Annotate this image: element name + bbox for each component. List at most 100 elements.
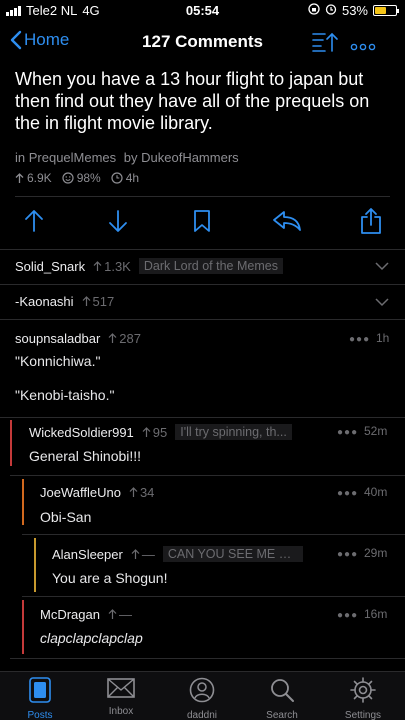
- post-ratio: 98%: [62, 171, 101, 185]
- rotation-lock-icon: [308, 3, 320, 18]
- comment: McDragan — ●●● 16m clapclapclapclap: [0, 607, 405, 653]
- share-icon: [361, 208, 381, 234]
- clock-icon: [111, 172, 123, 184]
- tab-settings[interactable]: Settings: [333, 677, 393, 720]
- tab-inbox[interactable]: Inbox: [91, 677, 151, 717]
- more-icon[interactable]: ●●●: [349, 334, 370, 345]
- comment-body-line: "Kenobi-taisho.": [15, 387, 115, 403]
- comment-body: General Shinobi!!!: [29, 448, 142, 464]
- arrow-down-icon: [109, 210, 127, 232]
- more-options-button[interactable]: [350, 38, 376, 56]
- more-icon[interactable]: ●●●: [337, 427, 358, 438]
- more-icon: [350, 43, 376, 51]
- divider: [10, 475, 405, 476]
- arrow-up-icon: [131, 548, 140, 559]
- user-flair: CAN YOU SEE ME N...: [162, 546, 303, 562]
- comment-collapsed[interactable]: Solid_Snark 1.3K Dark Lord of the Memes: [0, 258, 405, 286]
- post: When you have a 13 hour flight to japan …: [15, 68, 393, 185]
- reply-button[interactable]: [272, 204, 302, 238]
- arrow-up-icon: [15, 172, 24, 183]
- comment-collapsed[interactable]: -Kaonashi 517: [0, 294, 405, 322]
- more-icon[interactable]: ●●●: [337, 488, 358, 499]
- post-score-value: 6.9K: [27, 171, 52, 185]
- comment-author[interactable]: WickedSoldier991: [29, 425, 134, 440]
- divider: [0, 249, 405, 250]
- divider: [22, 596, 405, 597]
- comment: soupnsaladbar 287 ●●● 1h "Konnichiwa." "…: [0, 331, 405, 411]
- comment-score: —: [131, 547, 155, 562]
- comment-author[interactable]: soupnsaladbar: [15, 331, 100, 346]
- profile-icon: [189, 677, 215, 703]
- inbox-icon: [107, 678, 135, 698]
- divider: [22, 534, 405, 535]
- comment-header: -Kaonashi 517: [15, 294, 114, 309]
- comment-score: 34: [129, 485, 154, 500]
- tab-profile[interactable]: daddni: [172, 677, 232, 720]
- comment-author[interactable]: -Kaonashi: [15, 294, 74, 309]
- downvote-button[interactable]: [103, 204, 133, 238]
- post-age-value: 4h: [125, 171, 140, 185]
- tab-label: Posts: [27, 710, 53, 720]
- comment-header: soupnsaladbar 287: [15, 331, 141, 346]
- comment-score: —: [108, 607, 132, 622]
- comment-score: 517: [82, 294, 114, 309]
- arrow-up-icon: [82, 296, 90, 306]
- sort-button[interactable]: [311, 30, 339, 57]
- comment: WickedSoldier991 95 I'll try spinning, t…: [0, 424, 405, 470]
- save-button[interactable]: [187, 204, 217, 238]
- subreddit-link[interactable]: in PrequelMemes: [15, 150, 116, 165]
- bookmark-icon: [194, 210, 210, 232]
- comment-header: JoeWaffleUno 34: [40, 485, 154, 500]
- comment-score-value: 1.3K: [104, 258, 131, 274]
- user-flair: Dark Lord of the Memes: [138, 258, 283, 274]
- tab-label: Search: [266, 710, 298, 720]
- sort-icon: [312, 32, 338, 52]
- more-icon[interactable]: ●●●: [337, 610, 358, 621]
- chevron-down-icon[interactable]: [375, 262, 389, 271]
- comment-author[interactable]: McDragan: [40, 607, 100, 622]
- comment-header: McDragan —: [40, 607, 132, 622]
- battery-icon: [373, 5, 399, 16]
- alarm-icon: [325, 3, 337, 18]
- comment-body: clapclapclapclap: [40, 630, 143, 646]
- more-icon[interactable]: ●●●: [337, 549, 358, 560]
- comment-header: AlanSleeper — CAN YOU SEE ME N...: [52, 546, 303, 562]
- comment-time: 52m: [364, 424, 388, 438]
- share-button[interactable]: [356, 204, 386, 238]
- status-right: 53%: [308, 3, 399, 18]
- comment: JoeWaffleUno 34 ●●● 40m Obi-San: [0, 485, 405, 531]
- comment-time: 40m: [364, 485, 388, 499]
- battery-fill: [375, 7, 386, 14]
- tab-label: daddni: [186, 710, 218, 720]
- arrow-up-icon: [142, 426, 151, 437]
- divider: [15, 196, 390, 197]
- comment: AlanSleeper — CAN YOU SEE ME N... ●●● 29…: [0, 546, 405, 592]
- chevron-down-icon[interactable]: [375, 298, 389, 307]
- comment-header: WickedSoldier991 95 I'll try spinning, t…: [29, 424, 292, 440]
- comment-author[interactable]: Solid_Snark: [15, 259, 85, 274]
- comment-time: 29m: [364, 546, 388, 560]
- arrow-up-icon: [93, 260, 102, 271]
- comment-time: 16m: [364, 607, 388, 621]
- post-score: 6.9K: [15, 171, 52, 185]
- arrow-up-icon: [129, 487, 138, 497]
- comment-score: 287: [108, 331, 141, 346]
- author-link[interactable]: by DukeofHammers: [124, 150, 239, 165]
- battery-percent: 53%: [341, 3, 368, 18]
- divider: [10, 658, 405, 659]
- divider: [0, 284, 405, 285]
- comment-header: Solid_Snark 1.3K Dark Lord of the Memes: [15, 258, 283, 274]
- comment-time: 1h: [376, 331, 390, 345]
- arrow-up-icon: [108, 333, 117, 343]
- search-icon: [271, 679, 294, 702]
- comment-score-value: 34: [139, 485, 155, 500]
- comment-author[interactable]: JoeWaffleUno: [40, 485, 121, 500]
- comment-author[interactable]: AlanSleeper: [52, 547, 123, 562]
- tab-posts[interactable]: Posts: [10, 677, 70, 720]
- upvote-button[interactable]: [19, 204, 49, 238]
- comment-body-line: "Konnichiwa.": [15, 353, 101, 369]
- tab-label: Inbox: [108, 706, 134, 717]
- comment-score: 95: [142, 425, 167, 440]
- tab-search[interactable]: Search: [252, 677, 312, 720]
- reply-icon: [273, 211, 301, 231]
